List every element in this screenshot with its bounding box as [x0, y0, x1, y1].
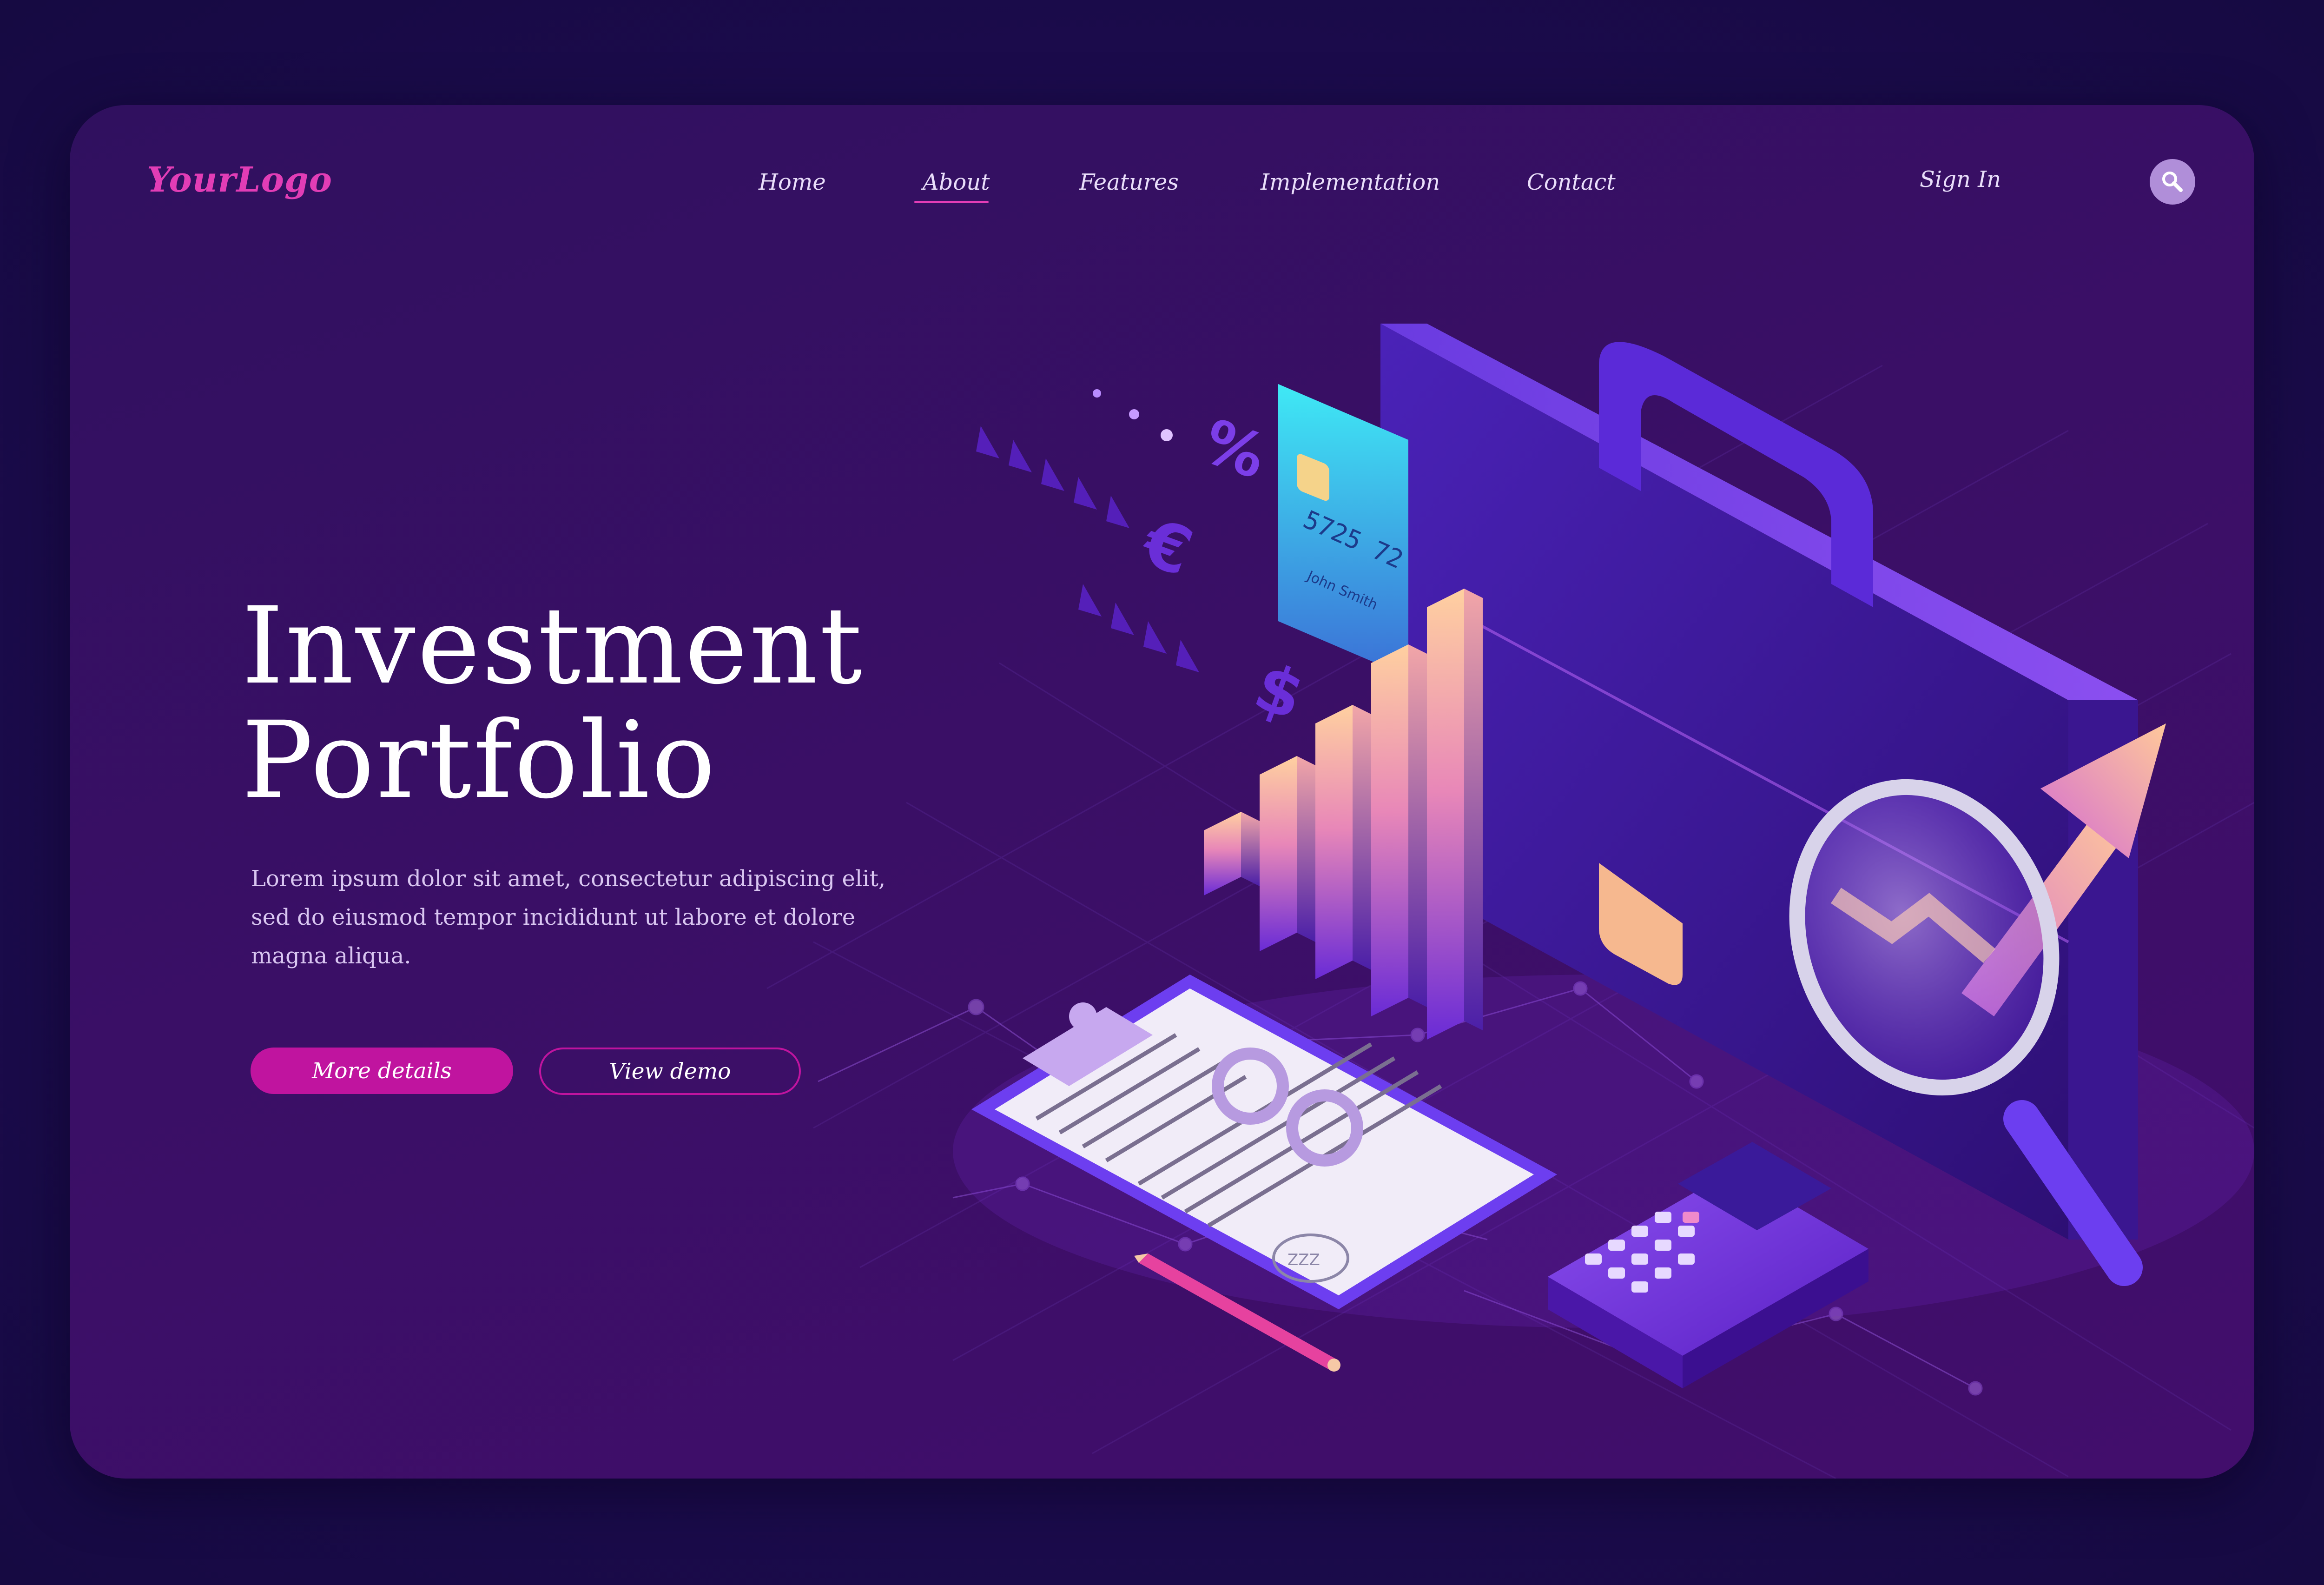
- nav-active-indicator: [914, 201, 989, 203]
- hero-title-line-2: Portfolio: [242, 698, 717, 822]
- nav-about[interactable]: About: [923, 169, 990, 195]
- euro-symbol: €: [1132, 504, 1202, 591]
- hero-description: Lorem ipsum dolor sit amet, consectetur …: [251, 866, 886, 969]
- percent-symbol: %: [1194, 405, 1275, 492]
- bar-chart-graphic: [1204, 589, 1483, 1040]
- view-demo-button[interactable]: View demo: [539, 1048, 801, 1095]
- nav-contact[interactable]: Contact: [1527, 169, 1616, 195]
- landing-card: 5725 72 John Smith % € $ ZZZ YourLogo Ho…: [70, 105, 2254, 1479]
- search-button[interactable]: [2150, 159, 2195, 205]
- dollar-symbol: $: [1245, 649, 1313, 735]
- more-details-button[interactable]: More details: [251, 1048, 513, 1094]
- nav-implementation[interactable]: Implementation: [1261, 169, 1440, 195]
- search-icon: [2162, 172, 2183, 192]
- stamp-text: ZZZ: [1287, 1251, 1320, 1269]
- hero-title: Investment Portfolio: [242, 589, 864, 817]
- nav-home[interactable]: Home: [759, 169, 826, 195]
- hero-title-line-1: Investment: [242, 584, 864, 708]
- nav-features[interactable]: Features: [1079, 169, 1179, 195]
- currency-symbols: % € $: [976, 389, 1314, 735]
- logo[interactable]: YourLogo: [147, 160, 332, 200]
- sign-in-link[interactable]: Sign In: [1920, 166, 2001, 192]
